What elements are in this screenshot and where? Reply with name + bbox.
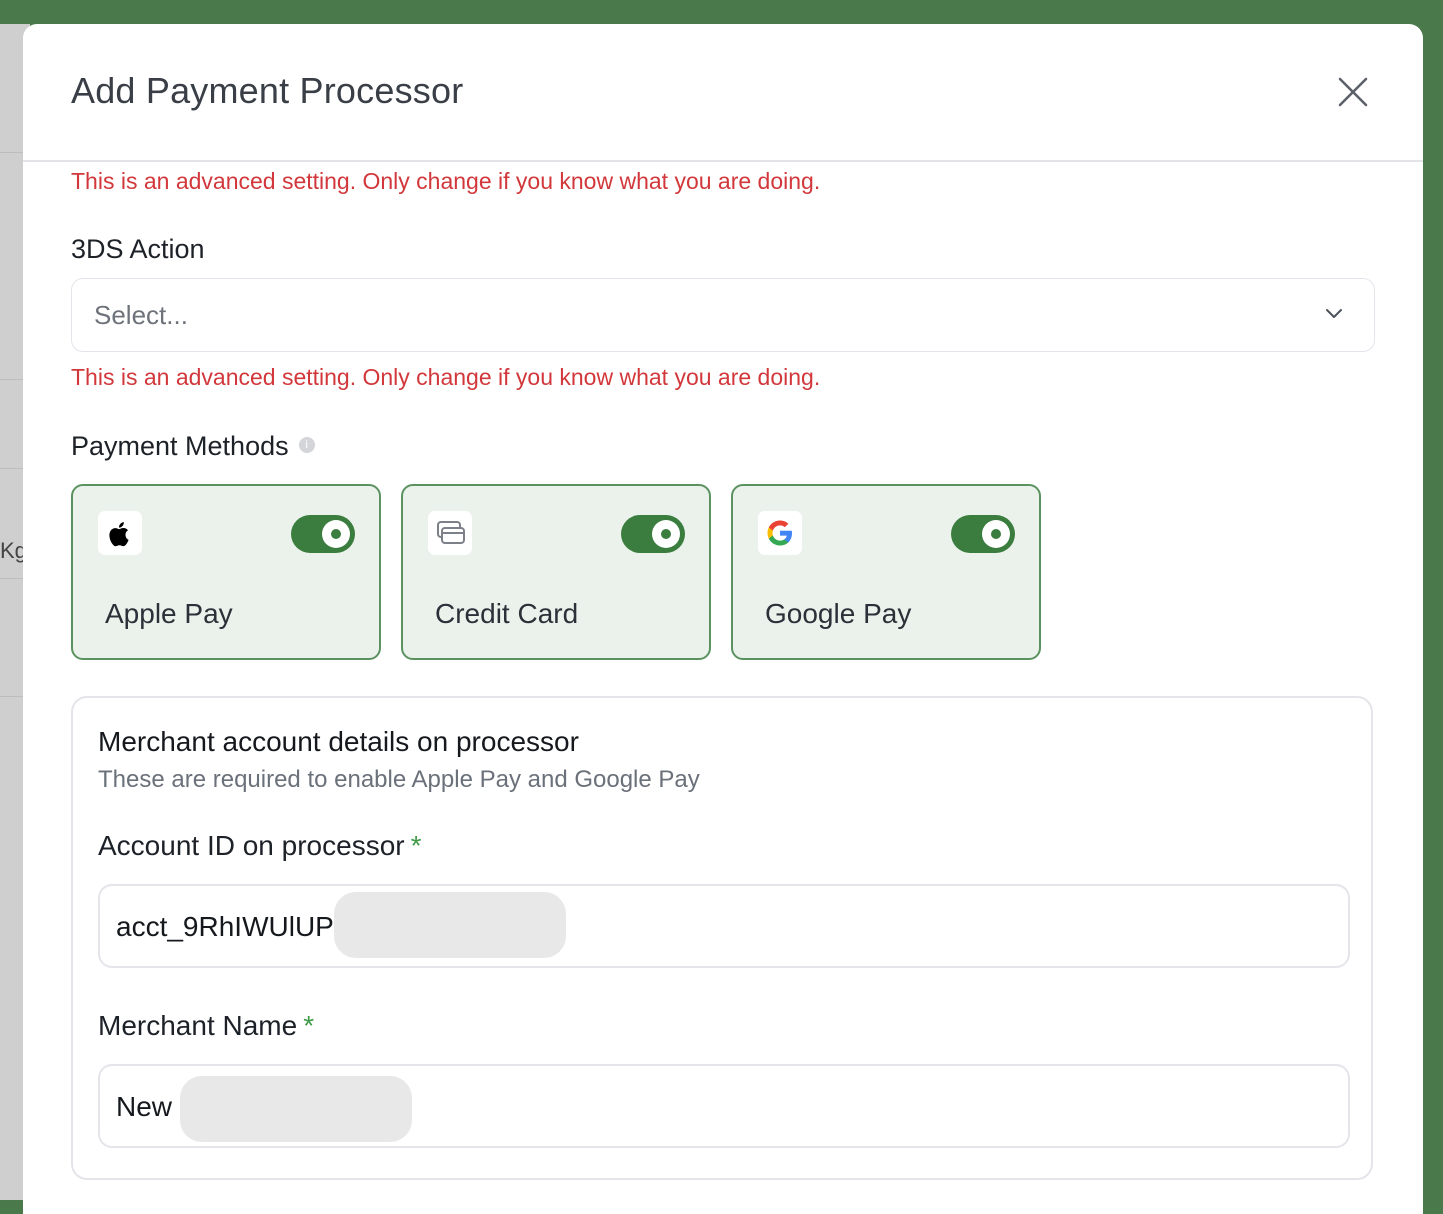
close-button[interactable] <box>1335 74 1371 110</box>
add-payment-processor-modal: Add Payment Processor This is an advance… <box>23 24 1423 1214</box>
merchant-account-details-section: Merchant account details on processor Th… <box>71 696 1373 1180</box>
merchant-name-label: Merchant Name * <box>98 1010 314 1042</box>
account-id-label-text: Account ID on processor <box>98 830 405 861</box>
apple-pay-toggle[interactable] <box>291 515 355 553</box>
3ds-action-label: 3DS Action <box>71 234 205 264</box>
3ds-action-select[interactable]: Select... <box>71 278 1375 352</box>
google-pay-toggle[interactable] <box>951 515 1015 553</box>
section-subtitle: These are required to enable Apple Pay a… <box>98 766 700 793</box>
redacted-overlay <box>334 892 566 958</box>
toggle-knob <box>652 520 680 548</box>
info-icon[interactable]: i <box>298 436 315 453</box>
section-title: Merchant account details on processor <box>98 726 579 757</box>
account-id-value: acct_9RhIWUlUP <box>116 911 334 942</box>
advanced-setting-warning: This is an advanced setting. Only change… <box>71 168 821 194</box>
select-placeholder: Select... <box>94 300 188 330</box>
toggle-knob <box>322 520 350 548</box>
payment-method-name: Apple Pay <box>105 598 233 629</box>
payment-methods-label: Payment Methods i <box>71 431 315 462</box>
toggle-knob <box>982 520 1010 548</box>
merchant-name-label-text: Merchant Name <box>98 1010 298 1041</box>
modal-title: Add Payment Processor <box>71 70 464 111</box>
account-id-label: Account ID on processor * <box>98 830 422 862</box>
payment-method-name: Credit Card <box>435 598 579 629</box>
close-icon <box>1338 77 1368 107</box>
payment-method-name: Google Pay <box>765 598 912 629</box>
merchant-name-value: New <box>116 1091 173 1122</box>
account-id-input[interactable]: acct_9RhIWUlUP <box>98 884 1350 968</box>
credit-card-icon <box>428 511 472 555</box>
payment-method-card-apple-pay[interactable]: Apple Pay <box>71 484 381 660</box>
payment-method-card-google-pay[interactable]: Google Pay <box>731 484 1041 660</box>
merchant-name-input[interactable]: New <box>98 1064 1350 1148</box>
google-icon <box>758 511 802 555</box>
payment-method-card-credit-card[interactable]: Credit Card <box>401 484 711 660</box>
redacted-overlay <box>180 1076 412 1142</box>
required-mark: * <box>410 830 422 861</box>
chevron-down-icon <box>1326 309 1342 318</box>
credit-card-toggle[interactable] <box>621 515 685 553</box>
payment-methods-label-text: Payment Methods <box>71 431 289 461</box>
advanced-setting-warning: This is an advanced setting. Only change… <box>71 364 821 390</box>
modal-header: Add Payment Processor <box>23 24 1423 162</box>
required-mark: * <box>303 1010 315 1041</box>
apple-icon <box>98 511 142 555</box>
